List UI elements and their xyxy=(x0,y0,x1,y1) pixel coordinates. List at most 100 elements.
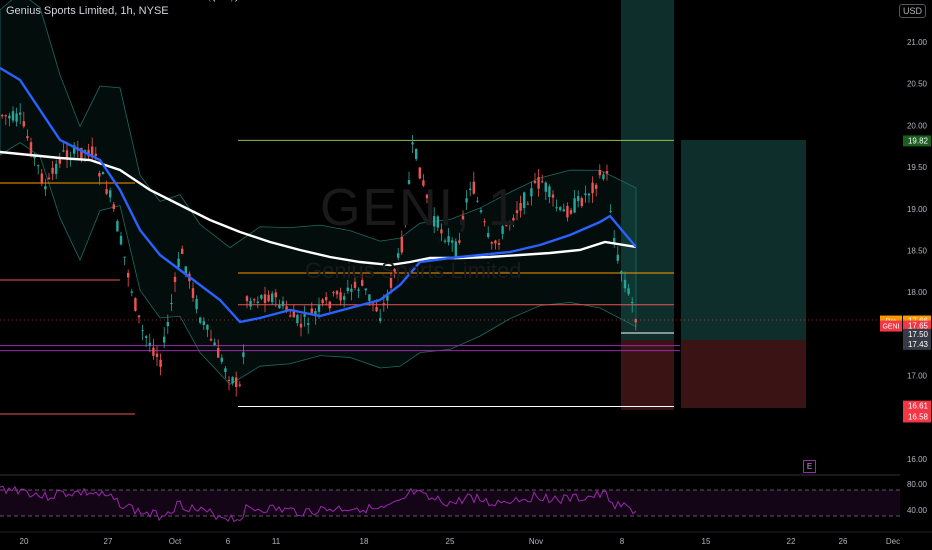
candle-body xyxy=(123,256,126,258)
candle-body xyxy=(166,321,169,327)
candle-body xyxy=(62,150,65,152)
candle-body xyxy=(224,368,227,373)
price-tick: 20.50 xyxy=(907,80,928,89)
candle-body xyxy=(8,115,11,119)
earnings-marker[interactable]: E xyxy=(803,460,816,473)
candle-body xyxy=(559,207,562,210)
candle-body xyxy=(418,167,421,179)
candle-body xyxy=(181,248,184,254)
rsi-lower-label: 40.00 xyxy=(907,506,928,515)
fib-labels: 0(19.82)0.5(18.23)0.62(17.85)0.79(17.36)… xyxy=(197,0,238,2)
candle-body xyxy=(256,301,259,303)
time-label: 22 xyxy=(787,537,796,546)
candle-body xyxy=(289,315,292,317)
candle-body xyxy=(26,136,29,139)
candle-body xyxy=(195,298,198,310)
candle-body xyxy=(220,357,223,362)
candle-body xyxy=(253,299,256,301)
candle-body xyxy=(263,294,267,303)
price-axis[interactable]: 21.00 20.50 20.00 19.50 19.00 18.50 18.00 17.50… xyxy=(880,38,931,464)
candle-body xyxy=(321,299,324,304)
candle-body xyxy=(4,115,7,117)
candle-body xyxy=(339,292,342,301)
candle-body xyxy=(357,289,360,291)
time-label: 20 xyxy=(20,537,29,546)
price-tick: 21.00 xyxy=(907,38,928,47)
candle-body xyxy=(364,288,367,291)
price-tag-text: 19.82 xyxy=(908,136,929,145)
price-tick: 19.00 xyxy=(907,205,928,214)
candle-body xyxy=(130,291,133,293)
candle-body xyxy=(569,210,573,214)
candle-body xyxy=(1,115,4,117)
candle-body xyxy=(44,186,47,190)
price-tag-text: 17.50 xyxy=(908,330,929,339)
chart-title[interactable]: Genius Sports Limited, 1h, NYSE xyxy=(6,5,169,17)
price-tick: 18.50 xyxy=(907,247,928,256)
candle-body xyxy=(163,336,166,343)
candle-body xyxy=(325,297,328,301)
candle-body xyxy=(620,271,623,274)
candle-body xyxy=(634,319,637,323)
candle-body xyxy=(537,177,540,189)
candle-body xyxy=(623,279,627,289)
time-label: Dec xyxy=(886,537,900,546)
candle-body xyxy=(281,301,285,307)
candle-body xyxy=(490,242,493,244)
rsi-upper-label: 80.00 xyxy=(907,480,928,489)
name-watermark: Genius Sports Limited xyxy=(305,258,522,283)
candle-body xyxy=(98,173,101,177)
candle-body xyxy=(40,173,43,184)
candle-body xyxy=(47,177,51,180)
candle-body xyxy=(548,186,551,198)
candle-body xyxy=(454,241,457,257)
candle-body xyxy=(310,308,313,314)
candle-body xyxy=(317,304,321,312)
candle-body xyxy=(555,207,558,209)
candle-body xyxy=(148,342,151,346)
candle-body xyxy=(443,240,447,242)
candle-body xyxy=(566,205,569,218)
currency-button[interactable]: USD xyxy=(898,4,926,18)
time-axis[interactable]: 20 27 Oct 6 11 18 25 Nov 8 15 22 26 Dec xyxy=(0,531,932,546)
candle-body xyxy=(562,209,565,212)
candle-body xyxy=(242,352,245,358)
bollinger-fill xyxy=(0,0,637,385)
candle-body xyxy=(94,153,97,156)
candle-body xyxy=(105,189,108,194)
candle-body xyxy=(451,240,454,243)
candle-body xyxy=(191,288,195,298)
candle-body xyxy=(155,353,159,357)
candle-body xyxy=(368,294,371,301)
candle-body xyxy=(245,296,249,302)
long-target-box xyxy=(681,140,806,340)
candle-body xyxy=(278,305,281,309)
candle-body xyxy=(141,330,144,332)
price-tick: 17.00 xyxy=(907,372,928,381)
candle-body xyxy=(15,113,18,122)
candle-body xyxy=(51,167,54,174)
candle-body xyxy=(580,198,583,207)
candle-body xyxy=(335,290,339,295)
candle-body xyxy=(328,301,331,309)
candle-body xyxy=(551,194,555,198)
candle-body xyxy=(609,211,612,213)
candle-body xyxy=(296,314,299,324)
candle-body xyxy=(519,203,522,211)
price-tick: 16.00 xyxy=(907,455,928,464)
candle-body xyxy=(235,377,238,387)
price-tick: 20.00 xyxy=(907,121,928,130)
candle-body xyxy=(116,221,119,232)
candle-body xyxy=(573,198,576,213)
time-label: 26 xyxy=(839,537,848,546)
time-label: 11 xyxy=(272,537,281,546)
candle-body xyxy=(260,295,263,299)
candle-body xyxy=(213,342,216,346)
candle-body xyxy=(616,254,619,261)
fib-label: 1(16.63) xyxy=(208,0,238,2)
rsi-pane[interactable]: 80.00 40.00 xyxy=(0,474,928,523)
position-boxes[interactable] xyxy=(621,0,806,410)
candle-body xyxy=(411,142,414,145)
candle-body xyxy=(379,318,382,321)
candle-body xyxy=(523,192,526,209)
